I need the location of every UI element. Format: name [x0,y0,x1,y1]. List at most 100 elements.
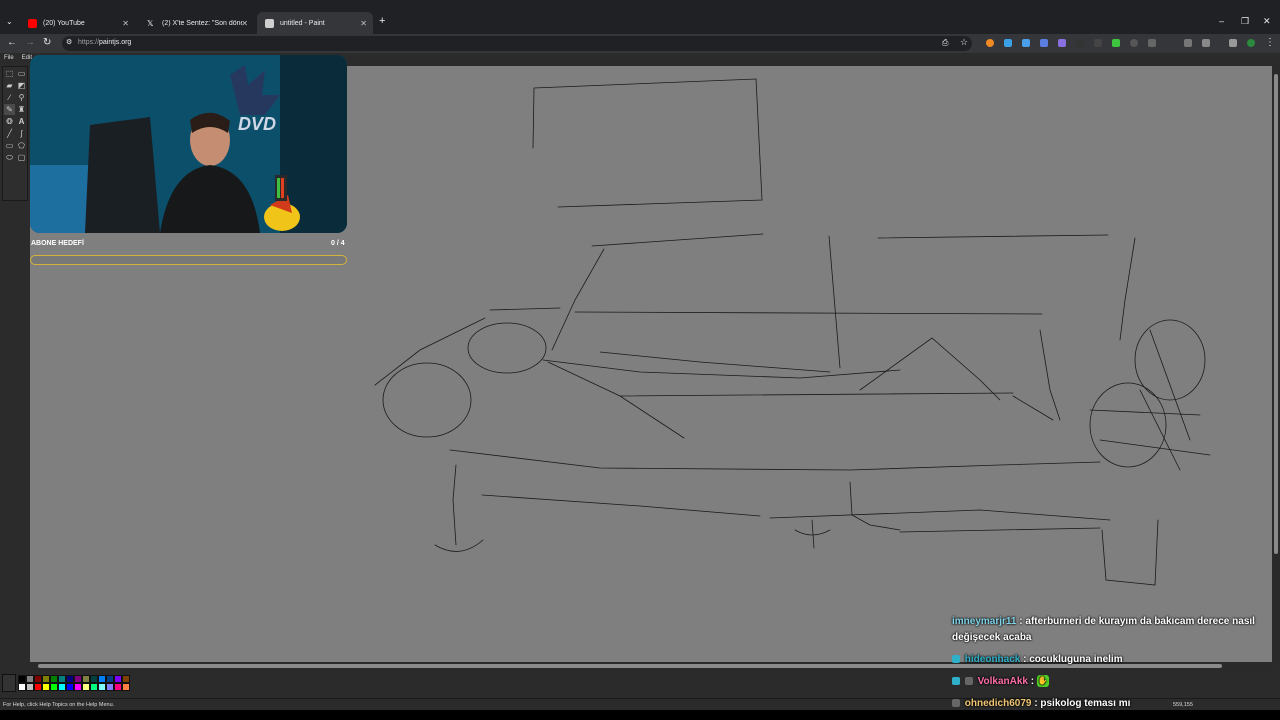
current-colors[interactable] [2,674,16,692]
extension-icon[interactable] [1229,39,1237,47]
airbrush-icon[interactable]: ❂ [4,116,15,127]
pencil-icon[interactable]: ✎ [4,104,15,115]
rounded-rectangle-icon[interactable]: ▢ [16,152,27,163]
tab-close-icon[interactable]: ✕ [122,19,129,28]
address-bar[interactable]: ⚙ https://paintjs.org ⎙ ☆ [62,36,972,51]
color-picker-icon[interactable]: ∕ [4,92,15,103]
palette-swatch[interactable] [66,675,74,683]
palette-swatch[interactable] [74,683,82,691]
palette-swatch[interactable] [50,683,58,691]
tab-paint[interactable]: untitled - Paint ✕ [257,12,373,34]
palette-swatch[interactable] [18,683,26,691]
webcam-image: DVD [30,55,347,233]
extension-icon[interactable] [1058,39,1066,47]
palette-swatch[interactable] [98,675,106,683]
menu-kebab-icon[interactable]: ⋮ [1265,37,1275,48]
chat-username: hideonhack [964,654,1021,665]
url-host: paintjs.org [99,39,132,46]
magnifier-icon[interactable]: ⚲ [16,92,27,103]
palette-swatch[interactable] [90,683,98,691]
palette-swatch[interactable] [114,675,122,683]
paint-toolbox: ⬚ ▭ ▰ ◩ ∕ ⚲ ✎ ♜ ❂ A ╱ ∫ ▭ ⬠ ⬭ ▢ [2,66,28,201]
vertical-scrollbar[interactable] [1272,66,1280,666]
extension-icon[interactable] [1148,39,1156,47]
subscriber-badge-icon [952,677,960,686]
palette-swatch[interactable] [90,675,98,683]
reload-icon[interactable]: ↻ [43,37,51,48]
extension-icon[interactable] [1184,39,1192,47]
tab-label: (2) X'te Sentez: "Son dönemin ... [162,19,242,27]
extensions-puzzle-icon[interactable] [1202,39,1210,47]
extension-icon[interactable] [1022,39,1030,47]
palette-swatch[interactable] [42,675,50,683]
palette-swatch[interactable] [42,683,50,691]
palette-swatch[interactable] [26,675,34,683]
status-help-text: For Help, click Help Topics on the Help … [3,702,115,708]
palette-swatch[interactable] [34,675,42,683]
chat-text: : psikolog teması mı [1034,698,1131,709]
curve-icon[interactable]: ∫ [16,128,27,139]
youtube-icon [28,18,37,28]
palette-swatch[interactable] [18,675,26,683]
palette-swatch[interactable] [106,675,114,683]
minimize-button[interactable]: – [1219,16,1224,26]
select-icon[interactable]: ▭ [16,68,27,79]
tab-close-icon[interactable]: ✕ [360,19,367,28]
browser-titlebar: ⌄ (20) YouTube ✕ 𝕏 (2) X'te Sentez: "Son… [0,0,1280,34]
extension-icon[interactable] [1112,39,1120,47]
menu-file[interactable]: File [4,55,14,61]
free-form-select-icon[interactable]: ⬚ [4,68,15,79]
extension-icon[interactable] [1094,39,1102,47]
palette-swatch[interactable] [58,675,66,683]
line-icon[interactable]: ╱ [4,128,15,139]
extension-icon[interactable] [1130,39,1138,47]
palette-swatch[interactable] [66,683,74,691]
back-icon[interactable]: ← [7,37,17,48]
webcam-overlay: DVD [30,55,347,233]
chat-message: ohnedich6079 : psikolog teması mı [952,696,1272,712]
ellipse-icon[interactable]: ⬭ [4,152,15,163]
forward-icon[interactable]: → [25,37,35,48]
palette-swatch[interactable] [58,683,66,691]
vertical-scroll-thumb[interactable] [1274,74,1278,554]
text-icon[interactable]: A [16,116,27,127]
profile-avatar[interactable] [1247,39,1255,47]
palette-swatch[interactable] [98,683,106,691]
palette-swatch[interactable] [34,683,42,691]
polygon-icon[interactable]: ⬠ [16,140,27,151]
palette-swatch[interactable] [122,683,130,691]
extension-icon[interactable] [1076,39,1084,47]
palette-swatch[interactable] [82,675,90,683]
palette-swatch[interactable] [122,675,130,683]
palette-swatch[interactable] [114,683,122,691]
palette-swatch[interactable] [106,683,114,691]
close-window-button[interactable]: ✕ [1263,16,1271,27]
paint-icon [265,18,274,28]
fill-bucket-icon[interactable]: ◩ [16,80,27,91]
url-text: https://paintjs.org [78,39,131,46]
palette-swatch[interactable] [74,675,82,683]
bookmark-star-icon[interactable]: ☆ [960,37,968,48]
chat-message: VolkanAkk : ✋ [952,674,1272,690]
chat-text: : cocukluguna inelim [1023,654,1123,665]
tab-x[interactable]: 𝕏 (2) X'te Sentez: "Son dönemin ... ✕ [139,13,254,33]
tab-close-icon[interactable]: ✕ [241,19,248,28]
palette-swatch[interactable] [26,683,34,691]
extension-icon[interactable] [1004,39,1012,47]
palette-swatch[interactable] [82,683,90,691]
tab-list-button[interactable]: ⌄ [6,17,13,26]
restore-button[interactable]: ❐ [1241,16,1249,27]
rectangle-icon[interactable]: ▭ [4,140,15,151]
eraser-icon[interactable]: ▰ [4,80,15,91]
tab-youtube[interactable]: (20) YouTube ✕ [20,13,135,33]
dvd-logo: DVD [238,114,276,134]
site-info-icon[interactable]: ⚙ [66,38,72,46]
brush-icon[interactable]: ♜ [16,104,27,115]
install-app-icon[interactable]: ⎙ [942,38,948,48]
kick-emote-icon: ✋ [1036,675,1049,688]
extension-icon[interactable] [986,39,994,47]
extension-icon[interactable] [1040,39,1048,47]
new-tab-button[interactable]: + [379,15,385,27]
url-prefix: https:// [78,39,100,46]
palette-swatch[interactable] [50,675,58,683]
